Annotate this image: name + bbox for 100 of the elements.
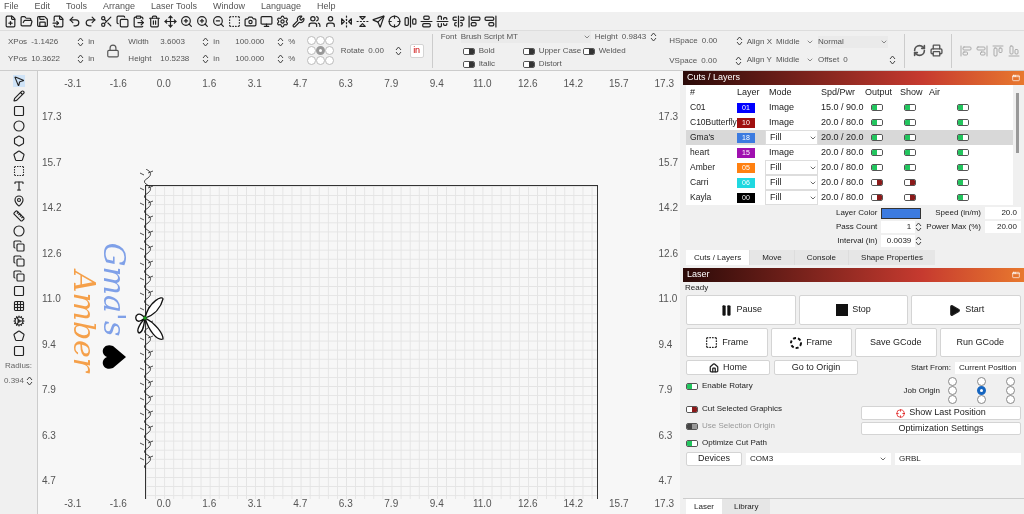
number-field[interactable]: 20.0 xyxy=(985,207,1021,219)
move-icon[interactable] xyxy=(164,14,177,28)
refresh-icon[interactable] xyxy=(913,44,927,57)
undock-icon[interactable] xyxy=(1012,74,1020,82)
panel-tab[interactable]: Shape Properties xyxy=(848,250,935,265)
button[interactable]: Frame xyxy=(770,328,852,357)
ruler-icon[interactable] xyxy=(12,210,25,222)
zoom-in-icon[interactable] xyxy=(180,14,193,28)
toggle-switch[interactable] xyxy=(686,382,698,390)
button[interactable]: Home xyxy=(686,360,770,375)
toggle-switch[interactable] xyxy=(522,47,535,55)
panel-tab[interactable]: Move xyxy=(749,250,794,265)
toggle-switch[interactable] xyxy=(871,178,883,186)
spin-buttons[interactable] xyxy=(77,36,85,48)
toggle-switch[interactable] xyxy=(904,148,916,156)
spin-buttons[interactable] xyxy=(735,54,743,67)
rounded-square-icon[interactable] xyxy=(12,345,25,357)
toggle-switch[interactable] xyxy=(871,133,883,141)
folder-icon[interactable] xyxy=(20,14,33,28)
radio-button[interactable] xyxy=(977,395,986,404)
toggle-switch[interactable] xyxy=(462,47,475,55)
flip-horizontal-icon[interactable] xyxy=(340,14,353,28)
toggle-switch[interactable] xyxy=(904,163,916,171)
panel-tab[interactable]: Cuts / Layers xyxy=(686,250,750,265)
toggle-switch[interactable] xyxy=(957,193,969,201)
monitor-icon[interactable] xyxy=(260,14,273,28)
import-icon[interactable] xyxy=(52,14,65,28)
zoom-out-icon[interactable] xyxy=(212,14,225,28)
radio-button[interactable] xyxy=(948,395,957,404)
zoom-in-icon[interactable] xyxy=(196,14,209,28)
spin-buttons[interactable] xyxy=(202,36,210,48)
number-field[interactable]: -1.1426 xyxy=(31,36,74,48)
mode-dropdown[interactable]: Fill xyxy=(765,129,818,146)
toggle-switch[interactable] xyxy=(957,133,969,141)
toggle-switch[interactable] xyxy=(871,103,883,111)
trash-icon[interactable] xyxy=(148,14,161,28)
scrollbar[interactable] xyxy=(1013,85,1021,205)
settings-icon[interactable] xyxy=(276,14,289,28)
align-icon[interactable] xyxy=(484,14,497,28)
toggle-switch[interactable] xyxy=(871,148,883,156)
toggle-switch[interactable] xyxy=(871,163,883,171)
spin-buttons[interactable] xyxy=(77,53,85,65)
align-icon[interactable] xyxy=(468,14,481,28)
toggle-switch[interactable] xyxy=(904,193,916,201)
number-field[interactable]: 0.00 xyxy=(701,34,732,47)
menu-item[interactable]: Laser Tools xyxy=(151,0,197,12)
number-field[interactable]: 0.394 xyxy=(4,375,24,387)
number-field[interactable]: 0.00 xyxy=(368,44,395,57)
align-icon[interactable] xyxy=(420,14,433,28)
unit-button[interactable]: in xyxy=(409,43,424,58)
menu-item[interactable]: Tools xyxy=(66,0,88,12)
pencil-icon[interactable] xyxy=(12,90,25,102)
spin-buttons[interactable] xyxy=(202,53,210,65)
toggle-switch[interactable] xyxy=(904,118,916,126)
spin-buttons[interactable] xyxy=(26,375,33,387)
number-field[interactable]: 20.00 xyxy=(985,221,1021,233)
menu-item[interactable]: Window xyxy=(212,0,245,12)
undo-icon[interactable] xyxy=(68,14,81,28)
scissors-icon[interactable] xyxy=(100,14,113,28)
menu-item[interactable]: Edit xyxy=(34,0,51,12)
radio-button[interactable] xyxy=(1006,377,1015,386)
toggle-switch[interactable] xyxy=(686,439,698,447)
number-field[interactable]: 0 xyxy=(843,53,886,66)
dashed-square-icon[interactable] xyxy=(12,165,25,177)
number-field[interactable]: 10.5238 xyxy=(160,53,199,65)
toggle-switch[interactable] xyxy=(957,103,969,111)
wrench-icon[interactable] xyxy=(292,14,305,28)
circle-icon[interactable] xyxy=(12,120,25,132)
menu-item[interactable]: Arrange xyxy=(103,0,136,12)
menu-item[interactable]: Help xyxy=(317,0,336,12)
camera-icon[interactable] xyxy=(244,14,257,28)
toggle-switch[interactable] xyxy=(871,193,883,201)
panel-tab[interactable]: Console xyxy=(793,250,849,265)
square-icon[interactable] xyxy=(12,105,25,117)
toggle-switch[interactable] xyxy=(582,47,595,55)
toggle-switch[interactable] xyxy=(957,163,969,171)
number-field[interactable]: 0.00 xyxy=(701,54,732,67)
pointer-icon[interactable] xyxy=(12,75,25,87)
panel-tab[interactable]: Laser xyxy=(686,499,722,514)
button[interactable]: Start xyxy=(911,295,1021,325)
radio-button[interactable] xyxy=(977,377,986,386)
pentagon-icon[interactable] xyxy=(12,150,25,162)
align-icon[interactable] xyxy=(452,14,465,28)
spin-buttons[interactable] xyxy=(277,53,285,65)
spin-buttons[interactable] xyxy=(915,235,923,247)
mode-dropdown[interactable]: Fill xyxy=(765,159,818,176)
button[interactable]: Devices xyxy=(686,452,742,466)
button[interactable]: Optimization Settings xyxy=(861,422,1021,435)
redo-icon[interactable] xyxy=(84,14,97,28)
button[interactable]: Show Last Position xyxy=(861,406,1021,420)
toggle-switch[interactable] xyxy=(957,118,969,126)
toggle-switch[interactable] xyxy=(957,178,969,186)
toggle-switch[interactable] xyxy=(957,148,969,156)
flip-vertical-icon[interactable] xyxy=(356,14,369,28)
copy-icon[interactable] xyxy=(12,255,25,267)
spin-buttons[interactable] xyxy=(735,34,743,47)
number-field[interactable]: 0.0039 xyxy=(881,235,916,247)
paste-icon[interactable] xyxy=(132,14,145,28)
radio-button[interactable] xyxy=(948,377,957,386)
align-icon[interactable] xyxy=(404,14,417,28)
